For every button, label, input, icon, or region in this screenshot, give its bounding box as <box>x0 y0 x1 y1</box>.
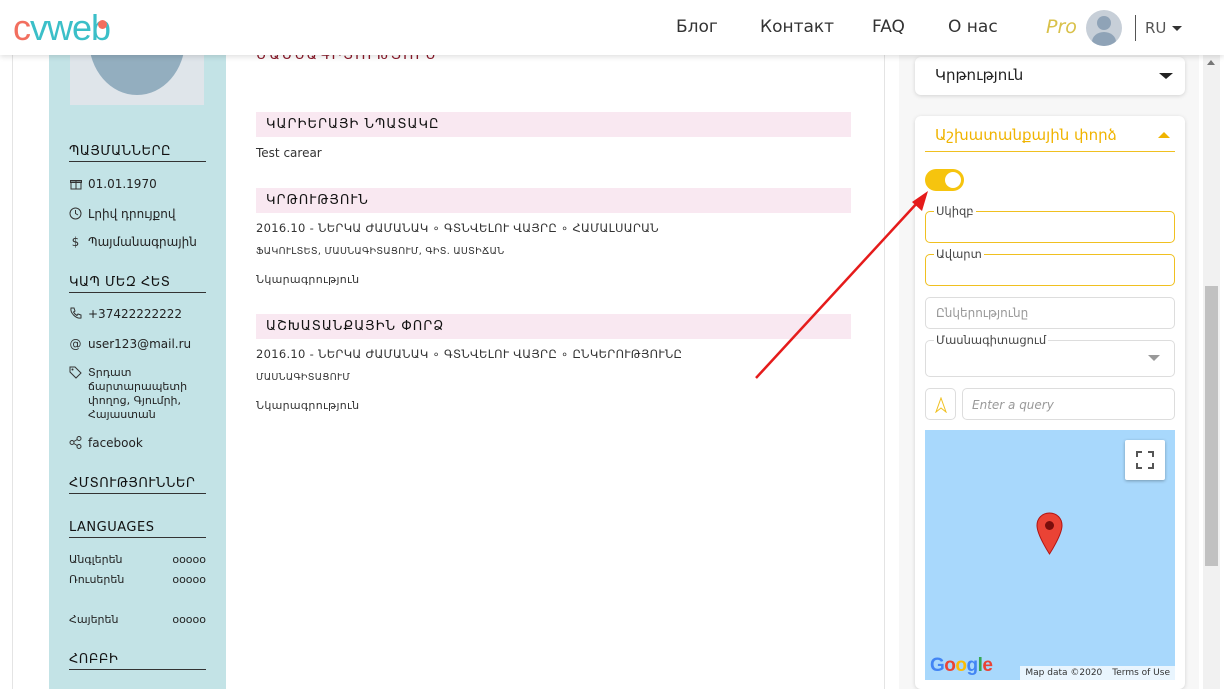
contact-address: Տրդատ ճարտարապետի փողոց, Գյումրի, Հայաստ… <box>69 366 209 422</box>
query-placeholder: Enter a query <box>972 398 1054 412</box>
accordion-underline <box>925 151 1175 152</box>
language-name: Անգլերեն <box>69 553 123 566</box>
education-section-heading: ԿՐԹՈՒԹՅՈՒՆ <box>256 188 851 213</box>
contact-phone-text: +37422222222 <box>88 307 183 321</box>
career-section-heading: ԿԱՐԻԵՐԱՅԻ ՆՊԱՏԱԿԸ <box>256 112 851 137</box>
work-section-heading: ԱՇԽԱՏԱՆՔԱՅԻՆ ՓՈՐՁ <box>256 314 851 339</box>
resume-sidebar: ՊԱՅՄԱՆՆԵՐԸ 01.01.1970 Լրիվ դրույքով $ Պա… <box>49 55 226 689</box>
company-input[interactable]: Ընկերությունը <box>925 297 1175 329</box>
end-date-label: Ավարտ <box>934 247 984 261</box>
contact-social: facebook <box>69 436 209 450</box>
detail-schedule: Լրիվ դրույքով <box>69 207 209 221</box>
toggle-knob <box>945 172 961 188</box>
scroll-up-arrow-icon[interactable] <box>1207 60 1215 65</box>
clock-icon <box>69 207 82 220</box>
logo-dot <box>98 20 107 29</box>
end-date-field[interactable]: Ավարտ <box>925 248 1175 286</box>
work-description: Նկարագրություն <box>256 399 360 412</box>
logo-letter-c: c <box>13 7 31 48</box>
resume-title: ՄԱՍՆԱԳԻՏՈՒԹՅՈՒՆ <box>256 55 438 63</box>
language-level: ooooo <box>172 573 206 586</box>
detail-schedule-text: Լրիվ դրույքով <box>88 207 176 221</box>
fullscreen-button[interactable] <box>1125 440 1165 480</box>
language-name: Հայերեն <box>69 613 119 626</box>
fullscreen-icon <box>1136 451 1154 469</box>
phone-icon <box>69 307 82 320</box>
language-level: ooooo <box>172 553 206 566</box>
profile-photo <box>70 55 204 105</box>
scrollbar-thumb[interactable] <box>1205 286 1218 566</box>
company-placeholder: Ընկերությունը <box>936 306 1029 320</box>
top-navbar: cvweb Блог Контакт FAQ О нас Pro RU <box>0 0 1224 55</box>
logo-text-vweb: vweb <box>30 7 111 48</box>
language-level: ooooo <box>172 613 206 626</box>
cvweb-logo[interactable]: cvweb <box>13 7 111 48</box>
education-line2: ՖԱԿՈՒԼՏԵՏ, ՄԱՍՆԱԳԻՏԱՑՈՒՄ, ԳԻՏ. ԱՍՏԻՃԱՆ <box>256 246 505 257</box>
terms-of-use-link[interactable]: Terms of Use <box>1112 666 1170 680</box>
map-data-text: Map data ©2020 <box>1025 668 1103 678</box>
location-marker-button[interactable] <box>925 388 956 420</box>
google-logo[interactable]: Google <box>930 655 993 677</box>
address-query-input[interactable]: Enter a query <box>962 388 1175 420</box>
education-line1: 2016.10 - ՆԵՐԿԱ ԺԱՄԱՆԱԿ ∘ ԳՏՆՎԵԼՈՒ ՎԱՅՐԸ… <box>256 221 659 235</box>
language-row: Անգլերեն ooooo <box>69 553 206 566</box>
share-icon <box>69 436 82 449</box>
specialization-select[interactable]: Մասնագիտացում <box>925 334 1175 377</box>
work-line1: 2016.10 - ՆԵՐԿԱ ԺԱՄԱՆԱԿ ∘ ԳՏՆՎԵԼՈՒ ՎԱՅՐԸ… <box>256 347 683 361</box>
map-attribution: Map data ©2020 Terms of Use <box>1020 666 1175 680</box>
nav-about-link[interactable]: О нас <box>948 17 998 37</box>
map-pin-icon <box>1036 512 1063 555</box>
start-date-field[interactable]: Սկիզբ <box>925 205 1175 243</box>
chevron-down-icon[interactable] <box>1159 73 1173 79</box>
contact-social-text: facebook <box>88 436 143 450</box>
start-date-label: Սկիզբ <box>934 204 976 218</box>
skills-heading: ՀՄՏՈՒԹՅՈՒՆՆԵՐ <box>69 476 206 494</box>
nav-blog-link[interactable]: Блог <box>676 17 718 37</box>
pro-badge[interactable]: Pro <box>1046 16 1077 38</box>
education-accordion-label: Կրթություն <box>935 66 1024 84</box>
career-text: Test carear <box>256 146 322 160</box>
chevron-up-icon[interactable] <box>1158 132 1170 138</box>
current-job-toggle[interactable] <box>925 169 964 191</box>
work-experience-label[interactable]: Աշխատանքային փորձ <box>935 126 1117 144</box>
detail-date: 01.01.1970 <box>69 177 209 191</box>
education-accordion[interactable]: Կրթություն <box>915 57 1185 95</box>
language-selector[interactable]: RU <box>1145 19 1166 37</box>
hobby-heading: ՀՈԲԲԻ <box>69 652 206 670</box>
contact-heading: ԿԱՊ ՄԵԶ ՀԵՏ <box>69 275 206 293</box>
at-icon: @ <box>69 336 82 351</box>
language-row: Հայերեն ooooo <box>69 613 206 626</box>
dollar-icon: $ <box>71 234 80 249</box>
specialization-label: Մասնագիտացում <box>934 333 1049 347</box>
work-line2: ՄԱՍՆԱԳԻՏԱՑՈՒՄ <box>256 372 351 383</box>
location-map[interactable]: Google Map data ©2020 Terms of Use <box>925 430 1175 680</box>
contact-email-text: user123@mail.ru <box>88 337 192 351</box>
language-row: Ռուսերեն ooooo <box>69 573 206 586</box>
contact-email: @ user123@mail.ru <box>69 336 209 352</box>
education-description: Նկարագրություն <box>256 273 360 286</box>
languages-heading: LANGUAGES <box>69 520 206 538</box>
user-avatar[interactable] <box>1086 10 1122 46</box>
gift-icon <box>69 177 82 190</box>
profile-placeholder-icon <box>89 55 185 95</box>
language-name: Ռուսերեն <box>69 573 125 586</box>
tag-icon <box>69 366 82 379</box>
header-divider <box>1135 15 1136 41</box>
contact-phone: +37422222222 <box>69 307 209 321</box>
chevron-down-icon[interactable] <box>1172 26 1182 31</box>
nav-faq-link[interactable]: FAQ <box>872 17 905 37</box>
nav-contact-link[interactable]: Контакт <box>760 17 834 37</box>
resume-preview: ՊԱՅՄԱՆՆԵՐԸ 01.01.1970 Լրիվ դրույքով $ Պա… <box>12 55 885 689</box>
detail-salary: $ Պայմանագրային <box>69 234 209 250</box>
contact-address-text: Տրդատ ճարտարապետի փողոց, Գյումրի, Հայաստ… <box>88 366 188 421</box>
chevron-down-icon[interactable] <box>1148 355 1160 361</box>
detail-date-text: 01.01.1970 <box>88 177 157 191</box>
details-heading: ՊԱՅՄԱՆՆԵՐԸ <box>69 144 206 162</box>
detail-salary-text: Պայմանագրային <box>88 235 197 249</box>
